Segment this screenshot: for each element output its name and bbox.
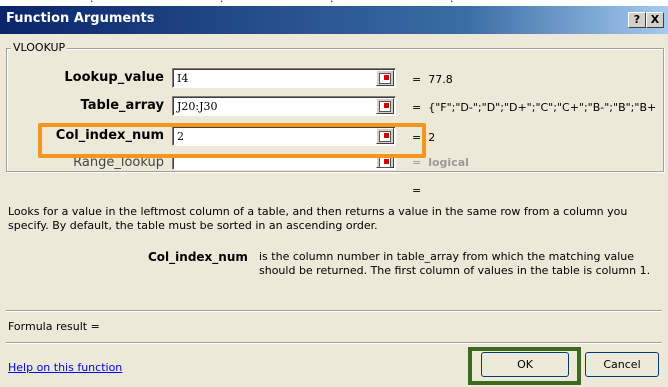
function-result-equals: =	[412, 184, 422, 197]
help-link[interactable]: Help on this function	[8, 361, 122, 374]
col-index-highlight	[38, 123, 426, 158]
cancel-button[interactable]: Cancel	[585, 352, 659, 377]
lookup-value-result: = 77.8	[412, 73, 453, 86]
formula-result: Formula result =	[8, 320, 100, 333]
lookup-value-input[interactable]: I4	[172, 68, 396, 88]
lookup-value-collapse-button[interactable]	[376, 70, 394, 86]
table-array-result: = {"F";"D-";"D";"D+";"C";"C+";"B-";"B";"…	[412, 101, 657, 114]
arg-help-text: is the column number in table_array from…	[259, 250, 651, 277]
close-button[interactable]: X	[646, 12, 664, 28]
arg-label-lookup-value: Lookup_value	[64, 70, 164, 85]
help-title-button[interactable]: ?	[628, 12, 646, 28]
arg-label-table-array: Table_array	[80, 98, 164, 113]
divider	[6, 342, 662, 344]
table-array-collapse-button[interactable]	[376, 98, 394, 114]
group-label: VLOOKUP	[11, 41, 68, 54]
table-array-input[interactable]: J20:J30	[172, 96, 396, 116]
window-title: Function Arguments	[6, 11, 155, 26]
divider	[6, 310, 662, 312]
function-description: Looks for a value in the leftmost column…	[8, 205, 628, 232]
arg-help-name: Col_index_num	[148, 250, 248, 264]
ok-highlight	[468, 347, 581, 385]
